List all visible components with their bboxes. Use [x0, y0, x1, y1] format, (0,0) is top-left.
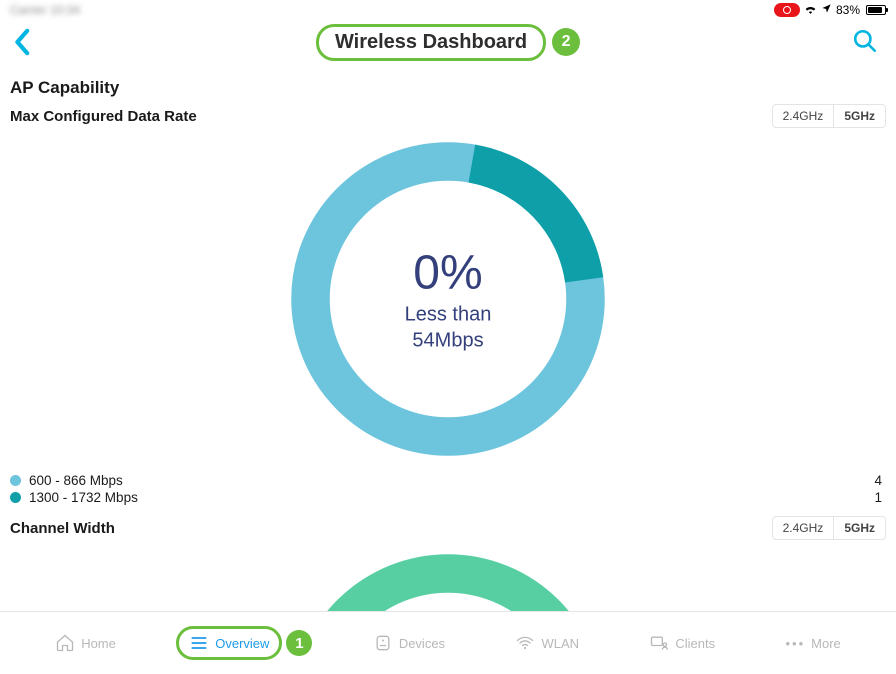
tabbar: Home Overview 1 Devices WLAN Clients •••… — [0, 611, 896, 674]
tab-wlan[interactable]: WLAN — [505, 627, 589, 659]
battery-icon — [866, 5, 886, 15]
more-icon: ••• — [786, 636, 806, 651]
freq-toggle-rate[interactable]: 2.4GHz 5GHz — [772, 104, 886, 128]
freq-24ghz[interactable]: 2.4GHz — [773, 105, 834, 127]
status-bar: Carrier 10:34 83% — [0, 0, 896, 20]
screen-record-pill-icon — [774, 3, 800, 17]
freq-24ghz[interactable]: 2.4GHz — [773, 517, 834, 539]
clients-icon — [649, 633, 669, 653]
subsection-channel-width: Channel Width — [10, 520, 115, 537]
battery-percent: 83% — [836, 3, 860, 17]
legend-dot-icon — [10, 475, 21, 486]
donut-center-sub2: 54Mbps — [405, 329, 492, 353]
status-left-blur: Carrier 10:34 — [10, 3, 80, 17]
tab-home[interactable]: Home — [45, 627, 126, 659]
search-button[interactable] — [852, 28, 878, 59]
section-ap-capability: AP Capability — [10, 78, 886, 98]
page-title: Wireless Dashboard — [316, 24, 546, 61]
tab-label: Clients — [675, 636, 715, 651]
devices-icon — [373, 633, 393, 653]
location-icon — [821, 3, 832, 17]
tab-devices[interactable]: Devices — [363, 627, 455, 659]
tab-overview[interactable]: Overview — [176, 626, 282, 660]
header: Wireless Dashboard 2 — [0, 20, 896, 64]
content: AP Capability Max Configured Data Rate 2… — [0, 64, 896, 611]
wifi-icon — [804, 4, 817, 17]
donut-center-value: 0% — [405, 246, 492, 301]
legend-label: 1300 - 1732 Mbps — [29, 490, 138, 505]
freq-5ghz[interactable]: 5GHz — [833, 517, 885, 539]
subsection-max-data-rate: Max Configured Data Rate — [10, 108, 197, 125]
legend-row: 1300 - 1732 Mbps 1 — [10, 489, 886, 506]
legend-count: 1 — [874, 490, 882, 505]
callout-badge-1: 1 — [286, 630, 312, 656]
donut-chart-rate: 0% Less than 54Mbps — [10, 134, 886, 464]
callout-badge-2: 2 — [552, 28, 580, 56]
legend-row: 600 - 866 Mbps 4 — [10, 472, 886, 489]
tab-label: Home — [81, 636, 116, 651]
tab-label: Overview — [215, 636, 269, 651]
tab-label: More — [811, 636, 841, 651]
legend-label: 600 - 866 Mbps — [29, 473, 123, 488]
freq-toggle-width[interactable]: 2.4GHz 5GHz — [772, 516, 886, 540]
status-right: 83% — [774, 3, 886, 17]
tab-more[interactable]: ••• More — [776, 630, 851, 657]
tab-clients[interactable]: Clients — [639, 627, 725, 659]
donut-chart-width — [10, 546, 886, 611]
tab-label: WLAN — [541, 636, 579, 651]
donut-center-sub1: Less than — [405, 303, 492, 327]
chevron-left-icon — [14, 28, 32, 56]
freq-5ghz[interactable]: 5GHz — [833, 105, 885, 127]
legend-dot-icon — [10, 492, 21, 503]
home-icon — [55, 633, 75, 653]
legend-count: 4 — [874, 473, 882, 488]
overview-icon — [189, 633, 209, 653]
back-button[interactable] — [14, 28, 32, 61]
search-icon — [852, 28, 878, 54]
wlan-icon — [515, 633, 535, 653]
legend: 600 - 866 Mbps 4 1300 - 1732 Mbps 1 — [10, 472, 886, 506]
tab-label: Devices — [399, 636, 445, 651]
